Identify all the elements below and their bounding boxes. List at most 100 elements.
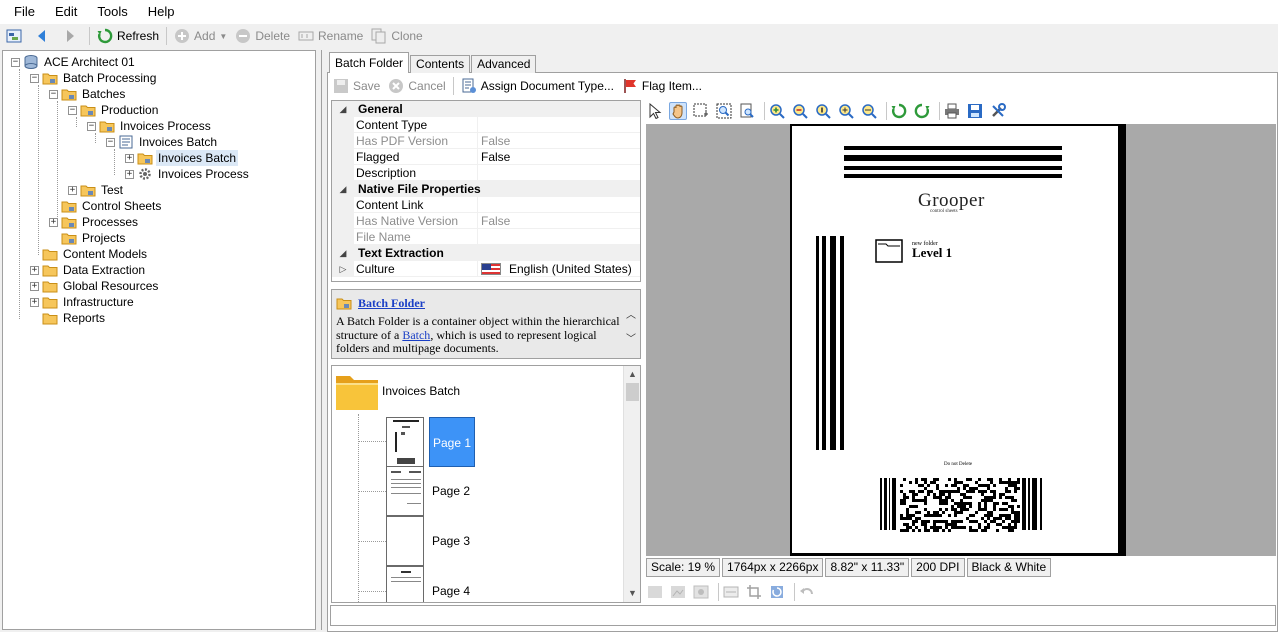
tab-advanced[interactable]: Advanced <box>471 55 537 73</box>
document-viewer[interactable]: Grooper control sheets new folder Level … <box>646 124 1276 556</box>
collapse-toggle[interactable]: − <box>87 121 96 131</box>
page-label[interactable]: Page 4 <box>429 566 473 602</box>
tree-node-control-sheets[interactable]: Control Sheets <box>61 198 163 214</box>
property-value[interactable] <box>478 117 640 133</box>
collapse-toggle[interactable]: − <box>106 137 115 147</box>
image-tool-button[interactable] <box>722 583 740 601</box>
rename-button[interactable]: Rename <box>294 25 367 47</box>
property-value[interactable] <box>478 197 640 213</box>
undo-button[interactable] <box>798 583 816 601</box>
rotate-right-button[interactable] <box>890 102 908 120</box>
property-has-native-version[interactable]: Has Native Version False <box>332 213 640 229</box>
expand-toggle[interactable]: + <box>125 153 134 163</box>
page-thumbnail-3[interactable] <box>386 516 424 566</box>
page-label-selected[interactable]: Page 1 <box>429 417 476 467</box>
menu-help[interactable]: Help <box>138 0 185 24</box>
save-button[interactable]: Save <box>329 75 384 97</box>
save-image-button[interactable] <box>966 102 984 120</box>
tree-node-data-extraction[interactable]: + Data Extraction <box>30 262 147 278</box>
tree-node-infrastructure[interactable]: + Infrastructure <box>30 294 136 310</box>
property-file-name[interactable]: File Name <box>332 229 640 245</box>
home-button[interactable] <box>2 25 30 47</box>
collapse-toggle[interactable]: − <box>49 89 58 99</box>
tree-node-content-models[interactable]: Content Models <box>42 246 149 262</box>
page-label[interactable]: Page 2 <box>429 466 473 516</box>
property-flagged[interactable]: Flagged False <box>332 149 640 165</box>
tree-node-invoices-process-folder[interactable]: − Invoices Process <box>87 118 213 134</box>
expand-toggle[interactable]: + <box>30 265 39 275</box>
property-content-link[interactable]: Content Link <box>332 197 640 213</box>
tab-batch-folder[interactable]: Batch Folder <box>329 52 410 73</box>
tree-node-invoices-process-item[interactable]: + Invoices Process <box>125 166 251 182</box>
category-text-extraction[interactable]: ◢ Text Extraction <box>332 245 640 261</box>
collapse-toggle[interactable]: − <box>30 73 39 83</box>
image-tool-button[interactable] <box>646 583 664 601</box>
rotate-image-button[interactable] <box>768 583 786 601</box>
property-value[interactable]: False <box>478 149 640 165</box>
collapse-arrow-icon[interactable]: ◢ <box>332 101 354 117</box>
flag-item-button[interactable]: Flag Item... <box>618 75 706 97</box>
property-value[interactable] <box>478 165 640 181</box>
page-label[interactable]: Page 3 <box>429 516 473 566</box>
delete-button[interactable]: Delete <box>231 25 294 47</box>
panel-splitter[interactable] <box>318 50 324 630</box>
fit-width-button[interactable] <box>860 102 878 120</box>
zoom-region-button[interactable] <box>715 102 733 120</box>
menu-file[interactable]: File <box>4 0 45 24</box>
assign-document-type-button[interactable]: Assign Document Type... <box>457 75 618 97</box>
menu-tools[interactable]: Tools <box>87 0 137 24</box>
scroll-up-icon[interactable]: ︿ <box>626 306 636 321</box>
scroll-thumb[interactable] <box>626 383 639 401</box>
tree-node-reports[interactable]: Reports <box>42 310 107 326</box>
cancel-button[interactable]: Cancel <box>384 75 449 97</box>
property-has-pdf-version[interactable]: Has PDF Version False <box>332 133 640 149</box>
page-thumbnail-2[interactable] <box>386 466 424 516</box>
property-description[interactable]: Description <box>332 165 640 181</box>
page-thumbnail-4[interactable] <box>386 566 424 602</box>
page-thumbnail-1[interactable] <box>386 417 424 467</box>
fit-page-button[interactable] <box>837 102 855 120</box>
tree-node-ace-architect[interactable]: − ACE Architect 01 <box>11 54 137 70</box>
tree-node-invoices-batch[interactable]: − Invoices Batch <box>106 134 219 150</box>
property-content-type[interactable]: Content Type <box>332 117 640 133</box>
tree-node-batches[interactable]: − Batches <box>49 86 127 102</box>
expand-toggle[interactable]: + <box>49 217 58 227</box>
region-select-button[interactable] <box>692 102 710 120</box>
expand-toggle[interactable]: + <box>125 169 134 179</box>
menu-edit[interactable]: Edit <box>45 0 87 24</box>
collapse-arrow-icon[interactable]: ◢ <box>332 181 354 197</box>
help-batch-link[interactable]: Batch <box>402 328 430 342</box>
zoom-in-button[interactable] <box>768 102 786 120</box>
scroll-up-arrow-icon[interactable]: ▲ <box>624 366 640 383</box>
actual-size-button[interactable] <box>814 102 832 120</box>
page-zoom-button[interactable] <box>738 102 756 120</box>
property-culture[interactable]: ▷ Culture English (United States) <box>332 261 640 277</box>
tree-node-batch-processing[interactable]: − Batch Processing <box>30 70 158 86</box>
property-value[interactable]: English (United States) <box>478 261 640 277</box>
image-tool-button[interactable] <box>692 583 710 601</box>
tree-node-processes[interactable]: + Processes <box>49 214 140 230</box>
viewer-settings-button[interactable] <box>989 102 1007 120</box>
expand-arrow-icon[interactable]: ▷ <box>332 261 354 277</box>
crop-button[interactable] <box>745 583 763 601</box>
category-general[interactable]: ◢ General <box>332 101 640 117</box>
tree-node-invoices-batch-folder[interactable]: + Invoices Batch <box>125 150 239 166</box>
forward-button[interactable] <box>58 25 86 47</box>
scroll-down-icon[interactable]: ﹀ <box>626 330 636 345</box>
pan-tool-button[interactable] <box>669 102 687 120</box>
clone-button[interactable]: Clone <box>367 25 426 47</box>
image-tool-button[interactable] <box>669 583 687 601</box>
expand-toggle[interactable]: + <box>30 297 39 307</box>
back-button[interactable] <box>30 25 58 47</box>
tree-node-production[interactable]: − Production <box>68 102 160 118</box>
help-title-link[interactable]: Batch Folder <box>358 296 425 311</box>
tree-node-projects[interactable]: Projects <box>61 230 127 246</box>
tree-node-test[interactable]: + Test <box>68 182 125 198</box>
add-button[interactable]: Add ▼ <box>170 25 231 47</box>
collapse-toggle[interactable]: − <box>68 105 77 115</box>
expand-toggle[interactable]: + <box>68 185 77 195</box>
category-native-file-properties[interactable]: ◢ Native File Properties <box>332 181 640 197</box>
zoom-out-button[interactable] <box>791 102 809 120</box>
tab-contents[interactable]: Contents <box>410 55 471 73</box>
tree-node-global-resources[interactable]: + Global Resources <box>30 278 160 294</box>
